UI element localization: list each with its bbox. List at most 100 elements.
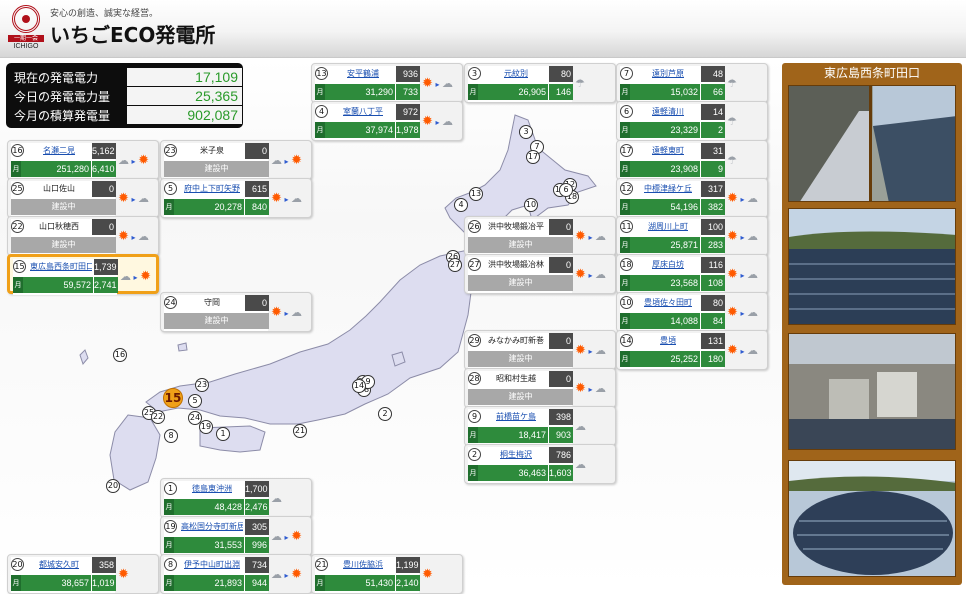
plant-name-link[interactable]: 徳島東沖洲 — [181, 481, 243, 496]
plant-name-link[interactable]: 遠軽清川 — [637, 104, 699, 119]
logo-mark-icon — [12, 5, 40, 33]
plant-name-link[interactable]: 桐生梅沢 — [485, 447, 547, 462]
cloud-icon: ☁ — [595, 382, 607, 395]
plant-name-link[interactable]: 東広島西条町田口 — [30, 259, 92, 274]
map-pin[interactable]: 10 — [524, 198, 538, 212]
camera-image-1[interactable] — [788, 85, 956, 202]
sun-icon: ✹ — [727, 305, 738, 320]
plant-name-link[interactable]: 高松国分寺町新居 — [181, 519, 243, 534]
ichigo-logo[interactable]: 一期一会 ICHIGO — [8, 5, 44, 51]
plant-name-link[interactable]: 遠別芦原 — [637, 66, 699, 81]
monthly-value: 23,568 — [670, 278, 698, 288]
plant-card[interactable]: 25 山口佐山 0 建設中 ✹ ▸ ☁ — [7, 178, 159, 218]
map-pin[interactable]: 2 — [378, 407, 392, 421]
plant-name-link[interactable]: 名瀬二見 — [28, 143, 90, 158]
arrow-icon: ▸ — [282, 157, 292, 166]
plant-card[interactable]: 26 洪中牧場鍛冶平 0 建設中 ✹ ▸ ☁ — [464, 216, 616, 256]
plant-card[interactable]: 29 みなかみ町新巻 0 建設中 ✹ ▸ ☁ — [464, 330, 616, 370]
map-pin[interactable]: 5 — [188, 394, 202, 408]
map-pin[interactable]: 14 — [352, 379, 366, 393]
plant-name-link[interactable]: 府中上下町矢野 — [181, 181, 243, 196]
plant-card[interactable]: 27 洪中牧場鍛冶林 0 建設中 ✹ ▸ ☁ — [464, 254, 616, 294]
map-pin[interactable]: 15 — [163, 388, 183, 408]
plant-card[interactable]: 7 遠別芦原 48 月 15,032 66 ☂ — [616, 63, 768, 103]
map-pin[interactable]: 22 — [151, 410, 165, 424]
map-pin[interactable]: 16 — [113, 348, 127, 362]
camera-image-3[interactable] — [788, 333, 956, 450]
monthly-value: 54,196 — [670, 202, 698, 212]
monthly-value: 48,428 — [214, 502, 242, 512]
plant-card[interactable]: 13 安平鶴浦 936 月 31,290 733 ✹ ▸ ☁ — [311, 63, 463, 103]
plant-name-link: 洪中牧場鍛冶林 — [488, 260, 544, 269]
arrow-icon: ▸ — [737, 309, 748, 318]
oki-shape — [177, 342, 188, 352]
plant-name-link[interactable]: 伊予中山町出淵 — [181, 557, 243, 572]
plant-card[interactable]: 21 豊川佐脇浜 1,199 月 51,430 2,140 ✹ — [311, 554, 463, 594]
plant-name-link[interactable]: 前橋苗ケ島 — [485, 409, 547, 424]
monthly-energy: 月 20,278 — [164, 199, 244, 215]
plant-name-link[interactable]: 都城安久町 — [28, 557, 90, 572]
plant-card[interactable]: 17 遠軽東町 31 月 23,908 9 ☂ — [616, 140, 768, 180]
plant-name-link[interactable]: 安平鶴浦 — [332, 66, 394, 81]
plant-name-link[interactable]: 豊川佐脇浜 — [332, 557, 394, 572]
map-pin[interactable]: 13 — [469, 187, 483, 201]
monthly-energy: 月 31,553 — [164, 537, 244, 553]
plant-name-link[interactable]: 厚床白坊 — [637, 257, 699, 272]
map-pin[interactable]: 19 — [199, 420, 213, 434]
plant-card[interactable]: 9 前橋苗ケ島 398 月 18,417 903 ☁ — [464, 406, 616, 446]
monthly-energy: 月 36,463 — [468, 465, 548, 481]
camera-image-2[interactable] — [788, 208, 956, 325]
plant-card[interactable]: 18 厚床白坊 116 月 23,568 108 ✹ ▸ ☁ — [616, 254, 768, 294]
map-pin[interactable]: 1 — [216, 427, 230, 441]
plant-card[interactable]: 22 山口秋穂西 0 建設中 ✹ ▸ ☁ — [7, 216, 159, 256]
plant-card[interactable]: 8 伊予中山町出淵 734 月 21,893 944 ☁ ▸ ✹ — [160, 554, 312, 594]
plant-card[interactable]: 28 昭和村生越 0 建設中 ✹ ▸ ☁ — [464, 368, 616, 408]
plant-card[interactable]: 14 豊頃 131 月 25,252 180 ✹ ▸ ☁ — [616, 330, 768, 370]
daily-energy: 146 — [549, 84, 573, 100]
plant-number-badge: 8 — [164, 558, 177, 571]
plant-card[interactable]: 2 桐生梅沢 786 月 36,463 1,603 ☁ — [464, 444, 616, 484]
plant-card[interactable]: 23 米子泉 0 建設中 ☁ ▸ ✹ — [160, 140, 312, 180]
cloud-icon: ☁ — [747, 192, 759, 205]
plant-name-link[interactable]: 中標津緑ケ丘 — [637, 181, 699, 196]
plant-card[interactable]: 5 府中上下町矢野 615 月 20,278 840 ✹ ▸ ☁ — [160, 178, 312, 218]
plant-card[interactable]: 24 守岡 0 建設中 ✹ ▸ ☁ — [160, 292, 312, 332]
camera-panel: 東広島西条町田口 — [782, 63, 962, 585]
map-pin[interactable]: 20 — [106, 479, 120, 493]
plant-name-link[interactable]: 湖周川上町 — [637, 219, 699, 234]
plant-name-link[interactable]: 室蘭八丁平 — [332, 104, 394, 119]
monthly-value: 31,553 — [214, 540, 242, 550]
map-pin[interactable]: 8 — [164, 429, 178, 443]
map-pin[interactable]: 3 — [519, 125, 533, 139]
plant-card[interactable]: 4 室蘭八丁平 972 月 37,974 1,978 ✹ ▸ ☁ — [311, 101, 463, 141]
plant-name-link[interactable]: 豊頃佐々田町 — [637, 295, 699, 310]
plant-card[interactable]: 15 東広島西条町田口 1,739 月 59,572 2,741 ☁ ▸ ✹ — [7, 254, 159, 295]
plant-card[interactable]: 20 都城安久町 358 月 38,657 1,019 ✹ — [7, 554, 159, 594]
map-pin[interactable]: 23 — [195, 378, 209, 392]
plant-card[interactable]: 11 湖周川上町 100 月 25,871 283 ✹ ▸ ☁ — [616, 216, 768, 256]
plant-card[interactable]: 6 遠軽清川 14 月 23,329 2 ☂ — [616, 101, 768, 141]
map-pin[interactable]: 27 — [448, 258, 462, 272]
weather-forecast: ✹ ▸ ☁ — [575, 265, 615, 285]
plant-card[interactable]: 10 豊頃佐々田町 80 月 14,088 84 ✹ ▸ ☁ — [616, 292, 768, 332]
plant-name-link[interactable]: 元紋別 — [485, 66, 547, 81]
daily-energy: 840 — [245, 199, 269, 215]
daily-energy: 1,603 — [549, 465, 573, 481]
sun-icon: ✹ — [727, 343, 738, 358]
plant-name-link[interactable]: 豊頃 — [637, 333, 699, 348]
cloud-icon: ☁ — [271, 530, 282, 543]
map-pin[interactable]: 4 — [454, 198, 468, 212]
map-pin[interactable]: 6 — [559, 183, 573, 197]
plant-name-link: 山口秋穂西 — [39, 222, 79, 231]
plant-card[interactable]: 19 高松国分寺町新居 305 月 31,553 996 ☁ ▸ ✹ — [160, 516, 312, 556]
current-output: 1,739 — [94, 259, 118, 275]
plant-card[interactable]: 12 中標津緑ケ丘 317 月 54,196 382 ✹ ▸ ☁ — [616, 178, 768, 218]
month-unit: 月 — [620, 122, 630, 138]
plant-card[interactable]: 3 元紋別 80 月 26,905 146 ☂ — [464, 63, 616, 103]
camera-image-4[interactable] — [788, 460, 956, 577]
plant-card[interactable]: 1 徳島東沖洲 1,700 月 48,428 2,476 ☁ — [160, 478, 312, 518]
map-pin[interactable]: 17 — [526, 150, 540, 164]
plant-name-link[interactable]: 遠軽東町 — [637, 143, 699, 158]
plant-card[interactable]: 16 名瀬二見 5,162 月 251,280 6,410 ☁ ▸ ✹ — [7, 140, 159, 180]
map-pin[interactable]: 21 — [293, 424, 307, 438]
